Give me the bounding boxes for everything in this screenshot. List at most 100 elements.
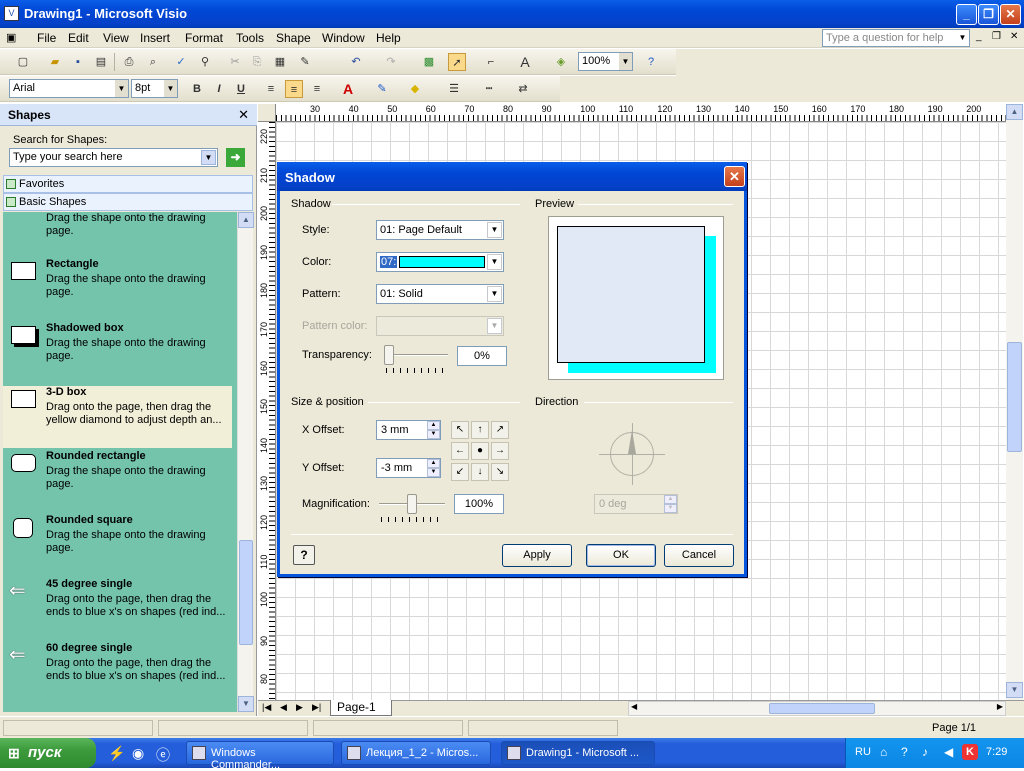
horizontal-scrollbar[interactable]: ◀ ▶ [628,701,1006,716]
fill-color-icon[interactable]: ◆ [406,80,424,98]
connector-tool-icon[interactable]: ⌐ [482,53,500,71]
chevron-down-icon[interactable]: ▼ [487,222,502,238]
underline-button[interactable]: U [232,80,250,98]
pointer-tool-icon[interactable]: ➚ [448,53,466,71]
stamp-tool-icon[interactable]: ◈ [552,53,570,71]
scroll-up-icon[interactable]: ▲ [238,212,254,228]
bold-button[interactable]: B [188,80,206,98]
new-icon[interactable]: ▢ [14,53,32,71]
next-page-icon[interactable]: ▶ [296,702,303,713]
font-color-icon[interactable]: A [339,80,357,98]
menu-window[interactable]: Window [322,31,365,45]
shape-item-60-degree-single[interactable]: ⇐ 60 degree single Drag onto the page, t… [3,642,232,704]
close-button[interactable]: ✕ [1000,4,1021,25]
menu-edit[interactable]: Edit [68,31,89,45]
copy-icon[interactable]: ⎘ [248,53,266,71]
line-weight-icon[interactable]: ☰ [445,80,463,98]
italic-button[interactable]: I [210,80,228,98]
print-icon[interactable]: ⎙ [120,53,138,71]
menu-help[interactable]: Help [376,31,401,45]
chevron-down-icon[interactable]: ▼ [164,80,177,97]
ask-question-box[interactable]: Type a question for help ▼ [822,29,970,47]
visio-app-icon[interactable]: V [4,6,19,21]
shape-item-shadowed-box[interactable]: Shadowed box Drag the shape onto the dra… [3,322,232,384]
open-icon[interactable]: ▰ [46,53,64,71]
search-go-button[interactable]: ➜ [226,148,245,167]
permission-icon[interactable]: ▤ [92,53,110,71]
arrow-down-left-icon[interactable]: ↙ [451,463,469,481]
print-preview-icon[interactable]: ⌕ [144,53,162,71]
text-tool-icon[interactable]: A [516,53,534,71]
align-left-icon[interactable]: ≡ [262,80,280,98]
shapes-window-icon[interactable]: ▩ [420,53,438,71]
shape-item-rectangle[interactable]: Rectangle Drag the shape onto the drawin… [3,258,232,320]
spin-down-icon[interactable]: ▼ [427,430,440,439]
shape-item-rounded-square[interactable]: Rounded square Drag the shape onto the d… [3,514,232,576]
arrow-down-right-icon[interactable]: ↘ [491,463,509,481]
close-icon[interactable]: ✕ [238,107,249,123]
tray-back-icon[interactable]: ◀ [944,745,953,759]
tray-antivirus-icon[interactable]: K [962,744,978,760]
browser-icon[interactable]: ⓔ [156,745,170,765]
first-page-icon[interactable]: |◀ [262,702,271,713]
format-painter-icon[interactable]: ✎ [296,53,314,71]
doc-close-icon[interactable]: ✕ [1010,31,1018,42]
line-ends-icon[interactable]: ⇄ [514,80,532,98]
scroll-right-icon[interactable]: ▶ [997,702,1003,711]
task-visio-drawing[interactable]: Drawing1 - Microsoft ... [501,741,655,765]
align-center-icon[interactable]: ≡ [285,80,303,98]
apply-button[interactable]: Apply [502,544,572,567]
undo-icon[interactable]: ↶ [347,53,365,71]
scroll-thumb[interactable] [239,540,253,645]
stencil-basic-shapes[interactable]: Basic Shapes [3,193,253,211]
minimize-button[interactable]: _ [956,4,977,25]
task-windows-commander[interactable]: Windows Commander... [186,741,334,771]
chevron-down-icon[interactable]: ▼ [619,53,632,70]
magnification-field[interactable]: 100% [454,494,504,514]
tray-help-icon[interactable]: ? [901,745,908,759]
arrow-up-right-icon[interactable]: ↗ [491,421,509,439]
doc-icon[interactable]: ▣ [6,31,16,44]
dialog-title-bar[interactable]: Shadow ✕ [277,162,747,191]
arrow-right-icon[interactable]: → [491,442,509,460]
spelling-icon[interactable]: ✓ [172,53,190,71]
shape-item-45-degree-single[interactable]: ⇐ 45 degree single Drag onto the page, t… [3,578,232,640]
drawing-scrollbar[interactable]: ▲ ▼ [1006,104,1023,700]
style-combo[interactable]: 01: Page Default ▼ [376,220,504,240]
spin-up-icon[interactable]: ▲ [427,459,440,468]
chevron-down-icon[interactable]: ▼ [487,254,502,270]
magnification-slider[interactable] [407,494,417,514]
tray-volume-icon[interactable]: ♪ [922,745,928,759]
dialog-help-button[interactable]: ? [293,545,315,565]
chevron-down-icon[interactable]: ▼ [201,150,216,165]
language-indicator[interactable]: RU [855,746,871,758]
align-right-icon[interactable]: ≡ [308,80,326,98]
research-icon[interactable]: ⚲ [196,53,214,71]
menu-shape[interactable]: Shape [276,31,311,45]
scroll-down-icon[interactable]: ▼ [1006,682,1023,698]
task-word-lecture[interactable]: Лекция_1_2 - Micros... [341,741,491,765]
transparency-field[interactable]: 0% [457,346,507,366]
y-offset-field[interactable]: -3 mm ▲ ▼ [376,458,441,478]
line-color-icon[interactable]: ✎ [373,80,391,98]
menu-insert[interactable]: Insert [140,31,170,45]
line-pattern-icon[interactable]: ┅ [480,80,498,98]
media-player-icon[interactable]: ◉ [132,745,144,762]
paste-icon[interactable]: ▦ [271,53,289,71]
save-icon[interactable]: ▪ [69,53,87,71]
dialog-close-button[interactable]: ✕ [724,166,745,187]
redo-icon[interactable]: ↷ [382,53,400,71]
spin-up-icon[interactable]: ▲ [427,421,440,430]
scroll-up-icon[interactable]: ▲ [1006,104,1023,120]
arrow-up-icon[interactable]: ↑ [471,421,489,439]
prev-page-icon[interactable]: ◀ [280,702,287,713]
ok-button[interactable]: OK [586,544,656,567]
arrow-up-left-icon[interactable]: ↖ [451,421,469,439]
arrow-down-icon[interactable]: ↓ [471,463,489,481]
font-size-combo[interactable]: 8pt ▼ [131,79,178,98]
start-button[interactable]: ⊞ пуск [0,738,96,768]
tray-network-icon[interactable]: ⌂ [880,745,887,759]
scroll-thumb[interactable] [769,703,875,714]
menu-format[interactable]: Format [185,31,223,45]
scroll-left-icon[interactable]: ◀ [631,702,637,711]
